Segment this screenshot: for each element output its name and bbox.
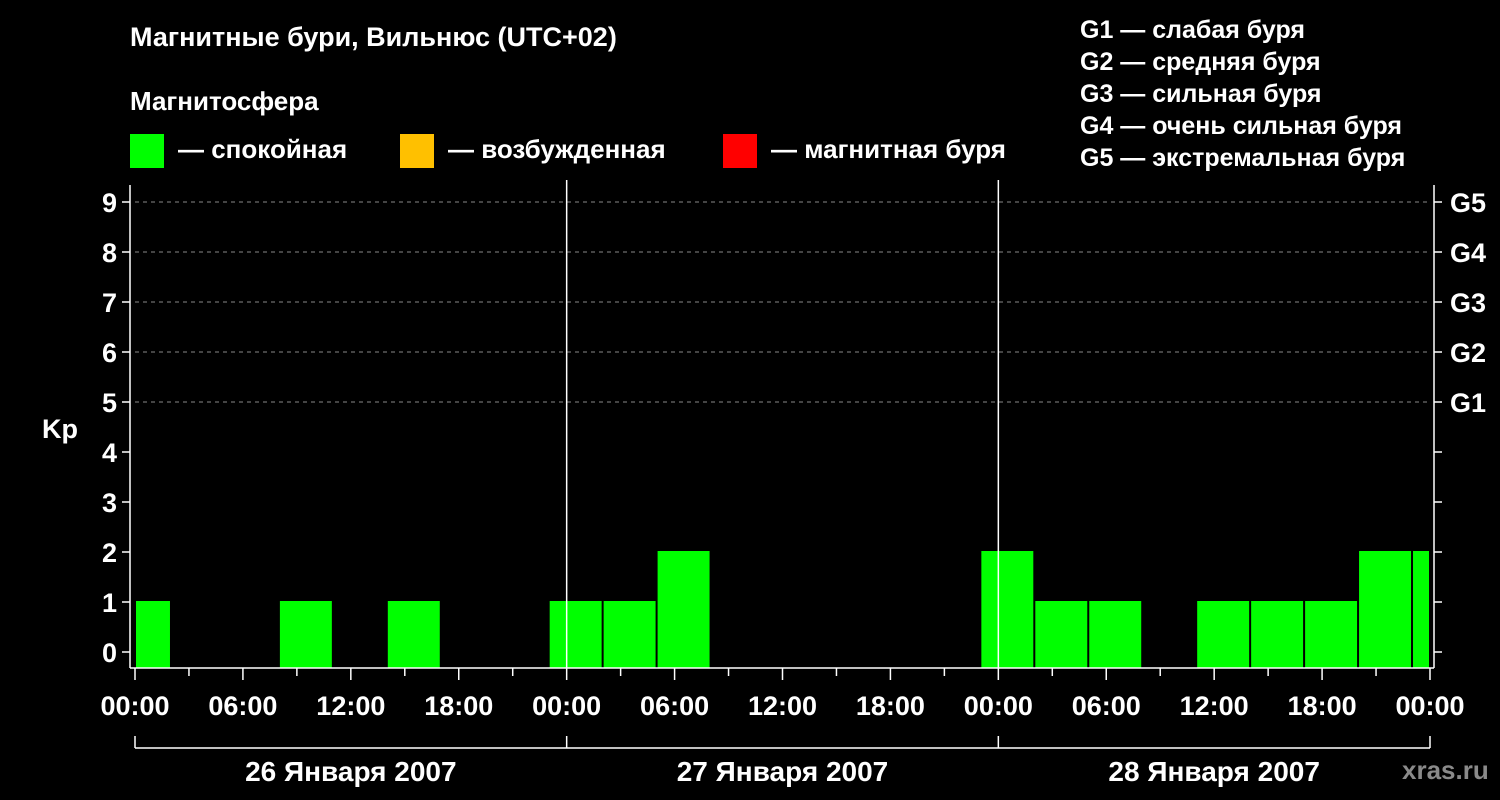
y-axis-label: Kp — [42, 414, 78, 444]
day-label: 26 Января 2007 — [245, 756, 457, 787]
kp-bar — [981, 551, 1034, 668]
y-tick-label: 0 — [102, 638, 117, 668]
x-tick-label: 18:00 — [424, 691, 493, 721]
watermark: xras.ru — [1402, 755, 1489, 785]
kp-bar — [603, 601, 656, 668]
x-tick-label: 18:00 — [856, 691, 925, 721]
x-tick-label: 18:00 — [1288, 691, 1357, 721]
day-label: 28 Января 2007 — [1108, 756, 1320, 787]
x-tick-label: 12:00 — [1180, 691, 1249, 721]
y-tick-label: 2 — [102, 538, 117, 568]
y-tick-label: 7 — [102, 288, 117, 318]
x-tick-label: 00:00 — [964, 691, 1033, 721]
x-tick-label: 12:00 — [316, 691, 385, 721]
kp-bar — [1089, 601, 1142, 668]
y-tick-label: 3 — [102, 488, 117, 518]
kp-bar — [549, 601, 602, 668]
kp-bar-chart: 0 1 2 3 4 5 6 7 8 9 Kp G1 G2 G3 G4 G5 00:00 06:00 12:00 18:… — [42, 180, 1486, 787]
y-tick-label: 9 — [102, 188, 117, 218]
x-tick-label: 12:00 — [748, 691, 817, 721]
y-tick-label: 6 — [102, 338, 117, 368]
kp-bar — [1305, 601, 1358, 668]
kp-bar — [657, 551, 710, 668]
kp-bar — [1413, 551, 1429, 668]
kp-bar — [279, 601, 332, 668]
x-tick-label: 00:00 — [532, 691, 601, 721]
kp-bar — [1197, 601, 1250, 668]
y-tick-label: 1 — [102, 588, 117, 618]
g-level-label: G5 — [1450, 188, 1486, 218]
kp-bar — [1035, 601, 1088, 668]
kp-bar — [1359, 551, 1412, 668]
g-level-label: G2 — [1450, 338, 1486, 368]
y-tick-label: 5 — [102, 388, 117, 418]
kp-bar — [387, 601, 440, 668]
kp-bar — [1251, 601, 1304, 668]
x-tick-label: 00:00 — [100, 691, 169, 721]
g-level-label: G4 — [1450, 238, 1486, 268]
x-tick-label: 06:00 — [208, 691, 277, 721]
y-tick-label: 4 — [102, 438, 117, 468]
g-level-label: G1 — [1450, 388, 1486, 418]
x-tick-label: 00:00 — [1395, 691, 1464, 721]
y-tick-label: 8 — [102, 238, 117, 268]
g-level-label: G3 — [1450, 288, 1486, 318]
kp-bar — [136, 601, 170, 668]
x-tick-label: 06:00 — [640, 691, 709, 721]
x-tick-label: 06:00 — [1072, 691, 1141, 721]
day-label: 27 Января 2007 — [677, 756, 889, 787]
